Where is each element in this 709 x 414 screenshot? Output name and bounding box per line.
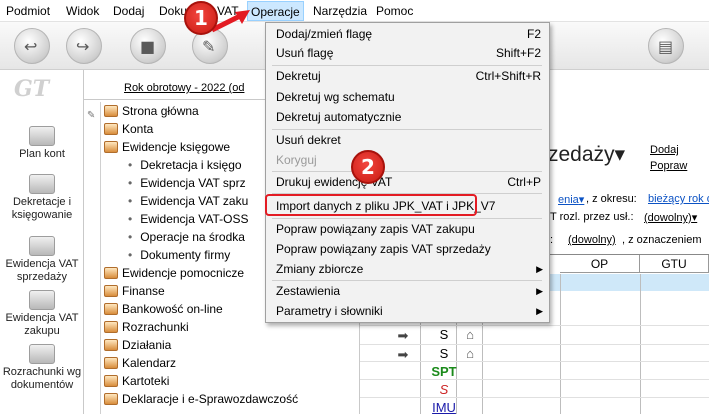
finance-icon (104, 285, 118, 297)
annotation-badge-2: 2 (351, 150, 385, 184)
row-divider (360, 344, 709, 345)
menu-pomoc[interactable]: Pomoc (376, 4, 413, 18)
tree-item-vat-sprzedazy[interactable]: Ewidencja VAT sprz (128, 175, 245, 192)
row-divider (360, 397, 709, 398)
house-icon: ⌂ (466, 346, 474, 361)
fiscal-year-link[interactable]: Rok obrotowy - 2022 (od (124, 82, 244, 94)
page-title: zedaży▾ (548, 143, 626, 166)
settlements-icon (104, 321, 118, 333)
tree-item-konta[interactable]: Konta (104, 121, 153, 138)
accounts-icon (104, 123, 118, 135)
menu-item-dekretuj-automatycznie[interactable]: Dekretuj automatycznie (266, 107, 549, 127)
sales-register-icon (29, 236, 55, 256)
menu-item-usun-flage[interactable]: Usuń flagę Shift+F2 (266, 43, 549, 63)
calendar-icon (104, 357, 118, 369)
tree-item-dekretacja[interactable]: Dekretacja i księgo (128, 157, 241, 174)
bank-icon (104, 303, 118, 315)
highlight-box (265, 194, 477, 216)
menu-item-usun-dekret[interactable]: Usuń dekret (266, 130, 549, 150)
accounts-icon (29, 126, 55, 146)
tree-item-kartoteki[interactable]: Kartoteki (104, 373, 169, 390)
tree-item-vat-zakupu[interactable]: Ewidencja VAT zaku (128, 193, 248, 210)
tree-item-bankowosc[interactable]: Bankowość on-line (104, 301, 223, 318)
doc-code: IMU (432, 400, 456, 414)
doc-code: SPT (431, 364, 457, 379)
arrow-icon: ➡ (397, 347, 409, 362)
tree-item-dzialania[interactable]: Działania (104, 337, 171, 354)
tree-item-ewidencje-pomocnicze[interactable]: Ewidencje pomocnicze (104, 265, 244, 282)
tasks-icon (104, 339, 118, 351)
book-icon (104, 141, 118, 153)
purchase-register-icon (29, 290, 55, 310)
sidebar-item-rozrachunki[interactable]: Rozrachunki wg dokumentów (0, 344, 84, 392)
menu-item-zmiany-zbiorcze[interactable]: Zmiany zbiorcze ▶ (266, 259, 549, 279)
menu-item-dekretuj[interactable]: Dekretuj Ctrl+Shift+R (266, 66, 549, 86)
row-divider (360, 379, 709, 380)
menu-podmiot[interactable]: Podmiot (6, 4, 50, 18)
menu-item-popraw-vat-sprzedazy[interactable]: Popraw powiązany zapis VAT sprzedaży (266, 239, 549, 259)
column-header-gtu[interactable]: GTU (640, 255, 709, 273)
menu-item-zestawienia[interactable]: Zestawienia ▶ (266, 281, 549, 301)
ledger-icon (29, 174, 55, 194)
tree-item-rozrachunki[interactable]: Rozrachunki (104, 319, 189, 336)
annotation-badge-1: 1 (184, 1, 218, 35)
tree-item-deklaracje[interactable]: Deklaracje i e-Sprawozdawczość (104, 391, 298, 408)
document-icon[interactable]: ▤ (648, 28, 684, 64)
menu-dodaj[interactable]: Dodaj (113, 4, 144, 18)
menu-bar: Podmiot Widok Dodaj Dokument VAT Operacj… (0, 0, 709, 22)
sidebar-item-dekretacje[interactable]: Dekretacje i księgowanie (0, 174, 84, 222)
menu-item-drukuj-ewidencje[interactable]: Drukuj ewidencję VAT Ctrl+P (266, 172, 549, 192)
tree-item-dokumenty-firmy[interactable]: Dokumenty firmy (128, 247, 230, 264)
tree-item-ewidencje-ksiegowe[interactable]: Ewidencje księgowe (104, 139, 230, 156)
tree-item-finanse[interactable]: Finanse (104, 283, 165, 300)
sidebar-item-vat-zakupu[interactable]: Ewidencja VAT zakupu (0, 290, 84, 338)
menu-item-koryguj: Koryguj (276, 153, 317, 167)
tree-item-kalendarz[interactable]: Kalendarz (104, 355, 176, 372)
menu-item-dekretuj-wg-schematu[interactable]: Dekretuj wg schematu (266, 87, 549, 107)
cards-icon (104, 375, 118, 387)
tree-item-srodki-trwale[interactable]: Operacje na środka (128, 229, 245, 246)
stamp-icon[interactable]: ■ (130, 28, 166, 64)
marker-select[interactable]: (dowolny) (568, 234, 616, 246)
book-icon (104, 267, 118, 279)
submenu-arrow-icon: ▶ (536, 306, 543, 316)
menu-widok[interactable]: Widok (66, 4, 99, 18)
settlement-label: T rozl. przez usł.: (550, 211, 634, 223)
operacje-menu: Dodaj/zmień flagę F2 Usuń flagę Shift+F2 D… (265, 22, 550, 323)
menu-item-dodaj-flage[interactable]: Dodaj/zmień flagę F2 (266, 24, 549, 44)
filter-type-select[interactable]: enia▾ (558, 193, 584, 206)
sidebar-item-vat-sprzedazy[interactable]: Ewidencja VAT sprzedaży (0, 236, 84, 284)
forward-icon[interactable]: ↪ (66, 28, 102, 64)
marker-suffix: , z oznaczeniem (622, 234, 702, 246)
tree-divider (100, 102, 101, 414)
submenu-arrow-icon: ▶ (536, 264, 543, 274)
sidebar: GT Plan kont Dekretacje i księgowanie Ew… (0, 70, 84, 414)
submenu-arrow-icon: ▶ (536, 286, 543, 296)
menu-item-popraw-vat-zakupu[interactable]: Popraw powiązany zapis VAT zakupu (266, 219, 549, 239)
app-logo: GT (14, 76, 50, 102)
correct-link[interactable]: Popraw (650, 160, 687, 172)
back-icon[interactable]: ↩ (14, 28, 50, 64)
menu-item-parametry[interactable]: Parametry i słowniki ▶ (266, 301, 549, 321)
tree-item-strona-glowna[interactable]: Strona główna (104, 103, 199, 120)
period-select[interactable]: bieżący rok o (648, 193, 709, 205)
settlement-select[interactable]: (dowolny)▾ (644, 211, 697, 224)
period-label: , z okresu: (586, 193, 637, 205)
sidebar-item-plan-kont[interactable]: Plan kont (0, 126, 84, 161)
declaration-icon (104, 393, 118, 405)
menu-narzedzia[interactable]: Narzędzia (313, 4, 367, 18)
tree-item-vat-oss[interactable]: Ewidencja VAT-OSS (128, 211, 248, 228)
marker-label: : (550, 234, 554, 246)
pin-icon[interactable]: ✎ (87, 110, 95, 121)
home-icon (104, 105, 118, 117)
house-icon: ⌂ (466, 327, 474, 342)
doc-code: S (439, 382, 449, 397)
settlements-icon (29, 344, 55, 364)
column-header-op[interactable]: OP (560, 255, 640, 273)
row-divider (360, 325, 709, 326)
arrow-icon: ➡ (397, 328, 409, 343)
add-link[interactable]: Dodaj (650, 144, 679, 156)
